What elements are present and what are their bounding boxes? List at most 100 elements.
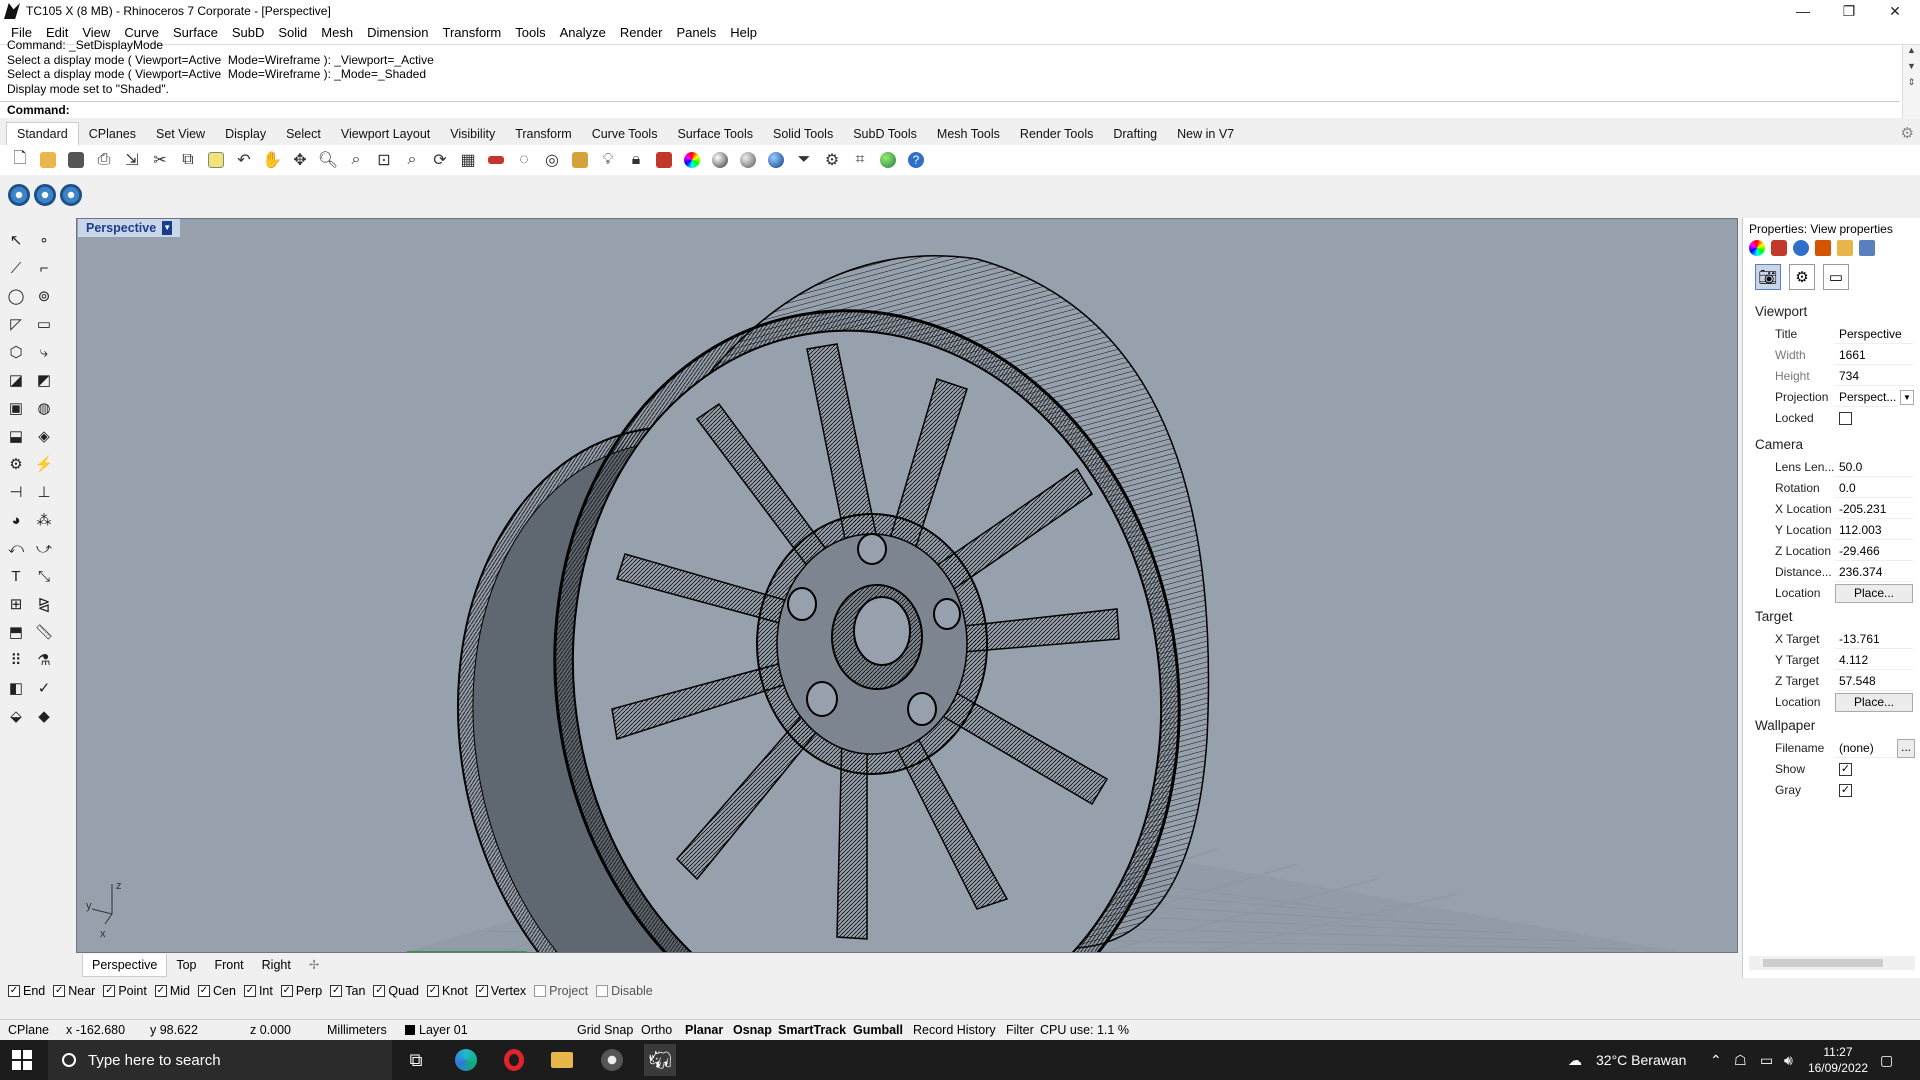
checkbox-checked[interactable]: ✓ (243, 985, 256, 997)
plugin-icon[interactable] (34, 184, 56, 206)
command-input[interactable]: Command: (0, 101, 1900, 119)
viewport-tab-perspective[interactable]: Perspective (82, 953, 168, 977)
show-checkbox[interactable]: ✓ (1839, 763, 1852, 776)
checkbox-checked[interactable]: ✓ (330, 985, 343, 997)
brush-icon[interactable] (1815, 240, 1831, 256)
car-icon[interactable] (484, 148, 508, 172)
viewport-title[interactable]: Perspective ▼ (78, 219, 181, 237)
osnap-end[interactable]: ✓ End (8, 984, 45, 998)
checkbox-checked[interactable]: ✓ (53, 985, 66, 997)
options-icon[interactable]: ⚙ (820, 148, 844, 172)
z-location-field[interactable]: -29.466 (1835, 542, 1913, 561)
osnap-perp[interactable]: ✓ Perp (280, 984, 322, 998)
menu-render[interactable]: Render (613, 22, 670, 44)
tab-transform[interactable]: Transform (505, 123, 582, 145)
notification-icon[interactable]: ▢ (1880, 1040, 1893, 1080)
locked-checkbox[interactable] (1839, 412, 1852, 425)
checkbox-checked[interactable]: ✓ (8, 985, 20, 997)
checkbox-unchecked[interactable] (596, 985, 609, 997)
units-label[interactable]: Millimeters (327, 1020, 387, 1040)
osnap-vertex[interactable]: ✓ Vertex (475, 984, 526, 998)
gear-icon[interactable]: ⚙ (1901, 124, 1914, 142)
analyze-icon[interactable]: ⚗ (32, 648, 56, 672)
image-icon[interactable] (1859, 240, 1875, 256)
tab-visibility[interactable]: Visibility (440, 123, 505, 145)
fillet-curve-icon[interactable]: ⤷ (32, 340, 56, 364)
spinner-icon[interactable]: ⇕ (1903, 77, 1920, 88)
gray-checkbox[interactable]: ✓ (1839, 784, 1852, 797)
menu-help[interactable]: Help (723, 22, 764, 44)
maximize-button[interactable]: ❐ (1826, 0, 1872, 22)
x-location-field[interactable]: -205.231 (1835, 500, 1913, 519)
target-place-button[interactable]: Place... (1835, 693, 1913, 712)
point-icon[interactable]: ∘ (32, 228, 56, 252)
gumball-toggle[interactable]: Gumball (853, 1020, 903, 1040)
osnap-project[interactable]: Project (534, 984, 588, 998)
lock-icon[interactable]: 🔒︎ (624, 148, 648, 172)
projection-select[interactable]: Perspect... (1835, 388, 1897, 407)
media-app-icon[interactable] (596, 1044, 628, 1076)
tab-set-view[interactable]: Set View (146, 123, 215, 145)
paint-icon[interactable]: ◕ (4, 508, 28, 532)
circle-icon[interactable]: ◯ (4, 284, 28, 308)
wheel-model-wireframe[interactable]: z y x (77, 219, 1738, 953)
opera-browser-icon[interactable] (498, 1044, 530, 1076)
gear-tool-icon[interactable]: ⚙ (4, 452, 28, 476)
weather-icon[interactable]: ☁ (1568, 1040, 1582, 1080)
zoom-selected-icon[interactable]: ⌕ (400, 148, 424, 172)
trim-icon[interactable]: ⤺ (4, 536, 28, 560)
scroll-down-icon[interactable]: ▼ (1903, 61, 1920, 71)
text-icon[interactable]: ⊥ (32, 480, 56, 504)
material-icon[interactable] (1771, 240, 1787, 256)
cplane-label[interactable]: CPlane (8, 1020, 49, 1040)
network-icon[interactable]: ☖ (1734, 1040, 1747, 1080)
rectangle-icon[interactable]: ▭ (32, 312, 56, 336)
osnap-near[interactable]: ✓ Near (53, 984, 95, 998)
tab-mesh-tools[interactable]: Mesh Tools (927, 123, 1010, 145)
record-history-toggle[interactable]: Record History (913, 1020, 996, 1040)
materials-icon[interactable] (652, 148, 676, 172)
dimension-icon[interactable]: ⊣ (4, 480, 28, 504)
light-bolt-icon[interactable]: ⚡ (32, 452, 56, 476)
curve-cv-icon[interactable]: ⌐ (32, 256, 56, 280)
tab-drafting[interactable]: Drafting (1103, 123, 1167, 145)
close-button[interactable]: ✕ (1872, 0, 1918, 22)
plugin-icon[interactable] (60, 184, 82, 206)
paste-icon[interactable] (204, 148, 228, 172)
task-view-icon[interactable]: ⧉ (400, 1044, 432, 1076)
color-wheel-icon[interactable] (680, 148, 704, 172)
display-settings-icon[interactable]: ⚙ (1789, 264, 1815, 290)
tab-display[interactable]: Display (215, 123, 276, 145)
osnap-mid[interactable]: ✓ Mid (154, 984, 190, 998)
menu-analyze[interactable]: Analyze (553, 22, 613, 44)
sphere-icon[interactable] (708, 148, 732, 172)
y-target-field[interactable]: 4.112 (1835, 651, 1913, 670)
import-icon[interactable]: ⇲ (120, 148, 144, 172)
command-scrollbar[interactable]: ▲ ▼ ⇕ (1902, 45, 1920, 119)
polygon-icon[interactable]: ⬡ (4, 340, 28, 364)
grid-array-icon[interactable]: ⠿ (4, 648, 28, 672)
hide-icon[interactable]: ◌ (512, 148, 536, 172)
file-explorer-icon[interactable] (546, 1044, 578, 1076)
pan-icon[interactable]: ✋ (260, 148, 284, 172)
check-icon[interactable]: ✓ (32, 676, 56, 700)
new-file-icon[interactable]: 🗋 (8, 148, 32, 172)
show-icon[interactable]: ◎ (540, 148, 564, 172)
osnap-int[interactable]: ✓ Int (243, 984, 273, 998)
move-view-icon[interactable]: ✥ (288, 148, 312, 172)
loft-icon[interactable]: ◩ (32, 368, 56, 392)
height-field[interactable]: 734 (1835, 367, 1913, 386)
text-tool-icon[interactable]: T (4, 564, 28, 588)
extrude-icon[interactable]: ⬓ (4, 424, 28, 448)
tab-select[interactable]: Select (276, 123, 331, 145)
title-field[interactable]: Perspective (1835, 325, 1913, 344)
volume-icon[interactable]: 🔊︎ (1784, 1040, 1793, 1080)
rotate-view-icon[interactable]: ⟳ (428, 148, 452, 172)
width-field[interactable]: 1661 (1835, 346, 1913, 365)
help-icon[interactable]: ? (904, 148, 928, 172)
filter-icon[interactable]: ⏷ (792, 148, 816, 172)
tab-cplanes[interactable]: CPlanes (79, 123, 146, 145)
chevron-down-icon[interactable]: ▼ (162, 221, 173, 235)
distance-field[interactable]: 236.374 (1835, 563, 1913, 582)
rhino-taskbar-icon[interactable]: 🦏︎ (644, 1044, 676, 1076)
